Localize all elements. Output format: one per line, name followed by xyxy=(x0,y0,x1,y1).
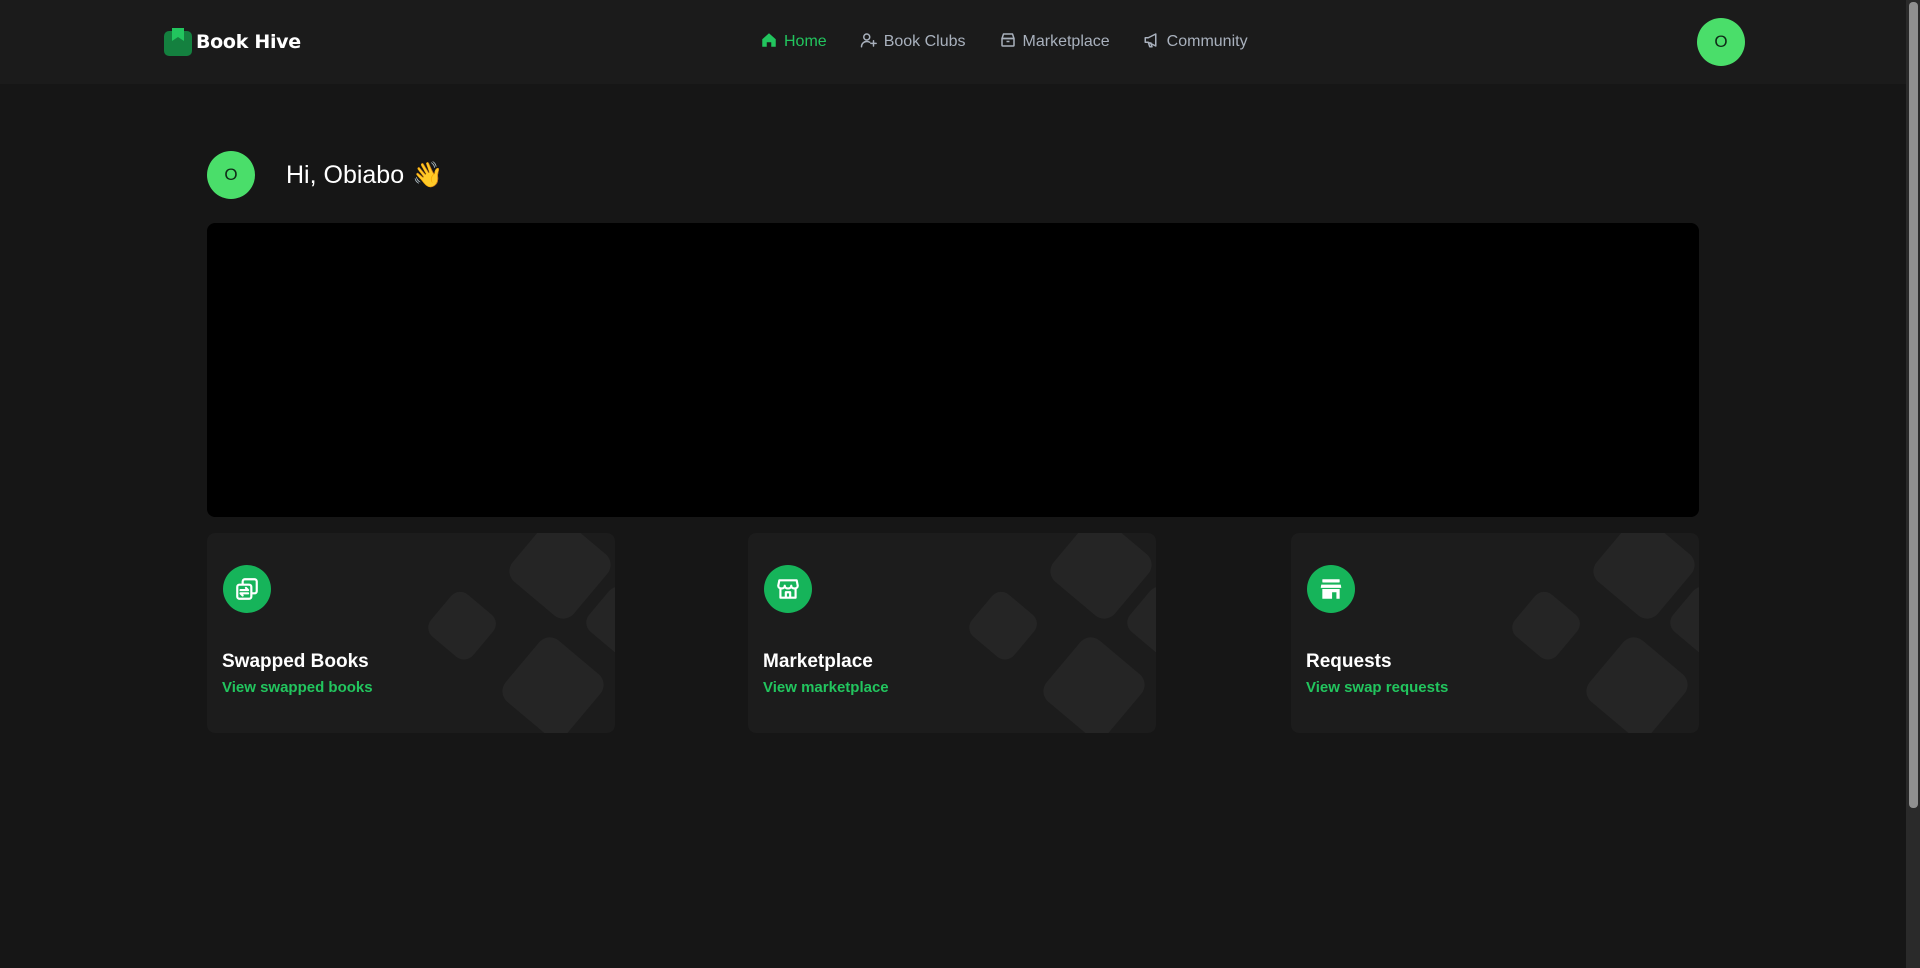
nav-label: Marketplace xyxy=(1022,33,1110,50)
brand-name: Book Hive xyxy=(196,31,301,53)
brand[interactable]: Book Hive xyxy=(163,27,301,57)
waving-hand-icon: 👋 xyxy=(412,160,444,189)
card-swapped-books[interactable]: Swapped Books View swapped books xyxy=(207,533,615,733)
shop-icon xyxy=(1307,565,1355,613)
card-title: Requests xyxy=(1306,651,1392,672)
home-icon xyxy=(760,31,778,54)
avatar: O xyxy=(207,151,255,199)
dashboard-cards: Swapped Books View swapped books Marketp… xyxy=(207,533,1699,733)
scrollbar-thumb[interactable] xyxy=(1909,2,1918,808)
greeting-section: O Hi, Obiabo 👋 xyxy=(207,151,443,199)
decorative-pattern xyxy=(428,533,615,733)
user-plus-icon xyxy=(860,31,878,54)
nav-label: Home xyxy=(784,33,827,50)
view-marketplace-link[interactable]: View marketplace xyxy=(763,679,889,696)
hero-banner xyxy=(207,223,1699,517)
profile-avatar-button[interactable]: O xyxy=(1697,18,1745,66)
archive-icon xyxy=(999,31,1017,54)
view-swap-requests-link[interactable]: View swap requests xyxy=(1306,679,1448,696)
card-requests[interactable]: Requests View swap requests xyxy=(1291,533,1699,733)
decorative-pattern xyxy=(1512,533,1699,733)
megaphone-icon xyxy=(1143,31,1161,54)
view-swapped-books-link[interactable]: View swapped books xyxy=(222,679,373,696)
nav-item-home[interactable]: Home xyxy=(760,31,827,54)
nav-label: Community xyxy=(1166,33,1248,50)
nav-item-marketplace[interactable]: Marketplace xyxy=(999,31,1110,54)
decorative-pattern xyxy=(969,533,1156,733)
swap-icon xyxy=(223,565,271,613)
main-nav: Home Book Clubs Marketplace Community xyxy=(760,30,1248,54)
storefront-icon xyxy=(764,565,812,613)
card-marketplace[interactable]: Marketplace View marketplace xyxy=(748,533,1156,733)
top-navbar: Book Hive Home Book Clubs Marketplace Co… xyxy=(0,0,1906,84)
greeting: Hi, Obiabo 👋 xyxy=(286,161,443,190)
card-title: Swapped Books xyxy=(222,651,369,672)
card-title: Marketplace xyxy=(763,651,873,672)
book-logo-icon xyxy=(163,27,193,57)
nav-item-book-clubs[interactable]: Book Clubs xyxy=(860,31,966,54)
greeting-text: Hi, Obiabo xyxy=(286,160,405,189)
nav-item-community[interactable]: Community xyxy=(1143,31,1248,54)
page-scrollbar[interactable] xyxy=(1906,0,1920,968)
nav-label: Book Clubs xyxy=(883,33,966,50)
